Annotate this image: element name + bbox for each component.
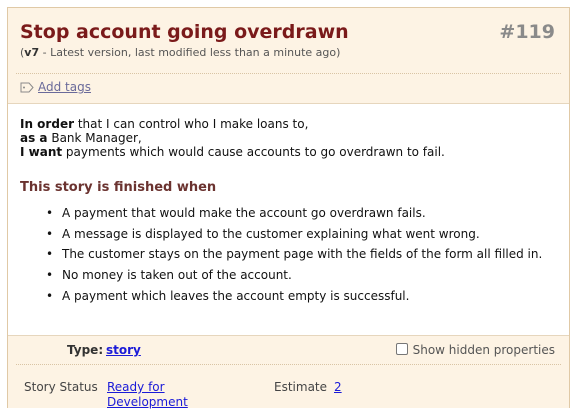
show-hidden-label: Show hidden properties bbox=[412, 343, 555, 357]
type-link[interactable]: story bbox=[106, 343, 141, 357]
i-want-text: payments which would cause accounts to g… bbox=[62, 145, 445, 159]
version-info: (v7 - Latest version, last modified less… bbox=[20, 46, 341, 59]
list-item: The customer stays on the payment page w… bbox=[46, 247, 542, 268]
properties-row: Story Status Ready for Development Estim… bbox=[8, 364, 569, 409]
in-order-text: that I can control who I make loans to, bbox=[74, 117, 309, 131]
version-note: - Latest version, last modified less tha… bbox=[39, 46, 337, 59]
tag-icon bbox=[20, 82, 34, 96]
narrative-in-order: In order that I can control who I make l… bbox=[20, 117, 445, 131]
in-order-label: In order bbox=[20, 117, 74, 131]
acceptance-criteria-list: A payment that would make the account go… bbox=[46, 206, 542, 309]
add-tags-link[interactable]: Add tags bbox=[38, 80, 91, 94]
header-divider bbox=[16, 73, 561, 74]
estimate-label: Estimate bbox=[274, 380, 328, 394]
list-item: No money is taken out of the account. bbox=[46, 268, 542, 289]
story-status-link[interactable]: Ready for Development bbox=[107, 380, 188, 409]
narrative-i-want: I want payments which would cause accoun… bbox=[20, 145, 445, 159]
version-number: v7 bbox=[24, 46, 40, 59]
type-row: Type: story Show hidden properties bbox=[8, 335, 569, 363]
i-want-label: I want bbox=[20, 145, 63, 159]
list-item: A payment which leaves the account empty… bbox=[46, 289, 542, 310]
story-header: Stop account going overdrawn #119 (v7 - … bbox=[8, 8, 569, 73]
type-value: story bbox=[106, 343, 141, 357]
show-hidden-properties[interactable]: Show hidden properties bbox=[395, 343, 555, 357]
as-a-label: as a bbox=[20, 131, 48, 145]
type-label: Type: bbox=[67, 343, 104, 357]
story-card: Stop account going overdrawn #119 (v7 - … bbox=[7, 7, 570, 409]
story-status-value: Ready for Development bbox=[107, 380, 188, 410]
properties-divider bbox=[16, 364, 561, 365]
estimate-value: 2 bbox=[334, 380, 342, 394]
story-number: #119 bbox=[499, 21, 555, 43]
list-item: A message is displayed to the customer e… bbox=[46, 227, 542, 248]
story-status-label: Story Status bbox=[24, 380, 98, 394]
list-item: A payment that would make the account go… bbox=[46, 206, 542, 227]
narrative-as-a: as a Bank Manager, bbox=[20, 131, 445, 145]
tags-area: Add tags bbox=[20, 80, 91, 96]
story-body: In order that I can control who I make l… bbox=[8, 103, 569, 336]
story-title: Stop account going overdrawn bbox=[20, 21, 349, 43]
estimate-link[interactable]: 2 bbox=[334, 380, 342, 394]
story-narrative: In order that I can control who I make l… bbox=[20, 117, 445, 159]
show-hidden-checkbox[interactable] bbox=[395, 343, 408, 355]
as-a-text: Bank Manager, bbox=[47, 131, 142, 145]
acceptance-criteria-title: This story is finished when bbox=[20, 180, 217, 195]
